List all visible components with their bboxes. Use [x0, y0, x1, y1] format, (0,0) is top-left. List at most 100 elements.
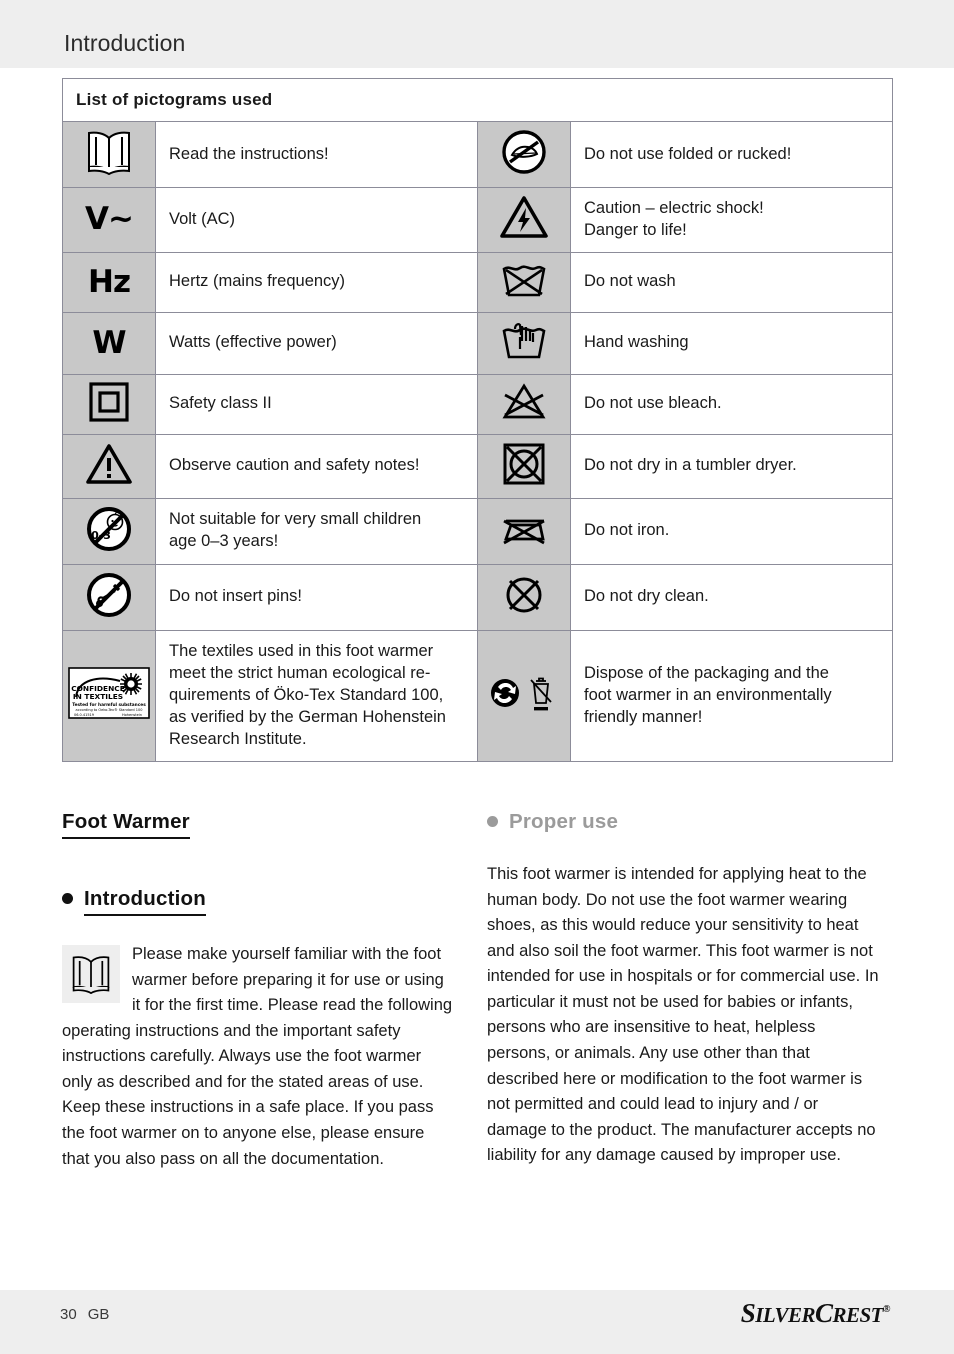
- do-not-wash-icon: [477, 251, 571, 313]
- cell-line: quirements of Öko-Tex Standard 100,: [169, 685, 444, 704]
- cell-line: meet the strict human ecological re-: [169, 663, 431, 682]
- open-book-glyph: [84, 129, 134, 176]
- language-code: GB: [87, 1306, 110, 1323]
- table-cell-text: Dispose of the packaging and the foot wa…: [569, 629, 894, 762]
- no-dry-clean-glyph: [502, 573, 546, 617]
- left-column: Foot Warmer Introduction Please make you…: [62, 810, 454, 1172]
- table-cell-text: Do not use bleach.: [569, 373, 894, 435]
- table-cell-text: Hertz (mains frequency): [155, 251, 478, 313]
- no-small-children-icon: 0-3: [62, 497, 156, 565]
- svg-text:according to Oeko-Tex® Standar: according to Oeko-Tex® Standard 100: [76, 708, 143, 712]
- table-cell-text: Do not use folded or rucked!: [569, 121, 894, 188]
- table-cell-text: Do not wash: [569, 251, 894, 313]
- page-title: Introduction: [64, 30, 186, 56]
- page-number: 30: [60, 1306, 77, 1323]
- no-folded-rucked-icon: [477, 121, 571, 188]
- recycling-disposal-icon: [477, 629, 571, 762]
- svg-text:06.0.41519: 06.0.41519: [74, 713, 94, 717]
- table-cell-text: Not suitable for very small children age…: [155, 497, 478, 565]
- table-row: V~ Volt (AC) Caution – electric shock! D…: [62, 187, 894, 253]
- cell-line: Dispose of the packaging and the: [584, 663, 829, 682]
- warning-triangle-glyph: [84, 442, 134, 486]
- no-small-children-glyph: 0-3: [85, 505, 133, 553]
- hand-washing-icon: [477, 311, 571, 375]
- no-folded-rucked-glyph: [500, 128, 548, 176]
- brand-rest: REST: [832, 1303, 884, 1327]
- open-book-icon: [62, 121, 156, 188]
- table-row: Observe caution and safety notes! Do not…: [62, 433, 894, 499]
- cell-line: Observe caution and safety notes!: [169, 456, 420, 475]
- warning-triangle-icon: [62, 433, 156, 499]
- hand-washing-glyph: [498, 319, 550, 363]
- proper-use-heading-wrap: Proper use: [487, 810, 879, 834]
- oeko-tex-confidence-in-textiles-icon: CONFIDENCE IN TEXTILES Tested for harmfu…: [62, 629, 156, 762]
- table-row: 0-3 Not suitable for very small children…: [62, 497, 894, 565]
- table-cell-text: Do not iron.: [569, 497, 894, 565]
- silvercrest-logo: SILVERCREST®: [740, 1298, 891, 1329]
- brand-c: C: [814, 1298, 833, 1328]
- section-bullet-icon: [487, 816, 498, 828]
- safety-class-2-icon: [62, 373, 156, 435]
- footer-page-info: 30 GB: [60, 1306, 120, 1323]
- introduction-heading-wrap: Introduction: [62, 887, 454, 916]
- right-column: Proper use This foot warmer is intended …: [487, 810, 879, 1169]
- cell-line: Do not dry clean.: [584, 587, 709, 606]
- table-row: Do not insert pins! Do not dry clean.: [62, 563, 894, 631]
- table-cell-text: Volt (AC): [155, 187, 478, 253]
- introduction-heading: Introduction: [84, 887, 206, 916]
- cell-line: Safety class II: [169, 394, 272, 413]
- cell-line: foot warmer in an environmentally: [584, 685, 832, 704]
- hertz-symbol: Hz: [62, 251, 156, 313]
- no-tumble-dry-glyph: [501, 441, 547, 487]
- brand-s: S: [740, 1298, 756, 1328]
- cell-line: Read the instructions!: [169, 144, 329, 163]
- no-tumble-dry-icon: [477, 433, 571, 499]
- no-pins-icon: [62, 563, 156, 631]
- no-dry-clean-icon: [477, 563, 571, 631]
- no-pins-glyph: [85, 571, 133, 619]
- do-not-bleach-glyph: [499, 381, 549, 423]
- section-bullet-icon: [62, 893, 73, 905]
- table-cell-text: Safety class II: [155, 373, 478, 435]
- cell-line: Hertz (mains frequency): [169, 272, 346, 291]
- volt-ac-symbol: V~: [62, 187, 156, 253]
- svg-text:IN TEXTILES: IN TEXTILES: [73, 692, 123, 701]
- table-cell-text: Hand washing: [569, 311, 894, 375]
- table-cell-text: Read the instructions!: [155, 121, 478, 188]
- cell-line: Do not dry in a tumbler dryer.: [584, 456, 797, 475]
- do-not-bleach-icon: [477, 373, 571, 435]
- svg-text:Hohenstein: Hohenstein: [122, 713, 142, 717]
- introduction-paragraph: Please make yourself familiar with the f…: [62, 945, 453, 1168]
- brand-ilver: ILVER: [755, 1303, 815, 1327]
- table-row: Hz Hertz (mains frequency) Do not wash: [62, 251, 894, 313]
- table-row: Safety class II Do not use bleach.: [62, 373, 894, 435]
- table-cell-text: Do not dry clean.: [569, 563, 894, 631]
- do-not-iron-icon: [477, 497, 571, 565]
- introduction-body: Please make yourself familiar with the f…: [62, 942, 454, 1172]
- table-cell-text: Watts (effective power): [155, 311, 478, 375]
- cell-line: Hand washing: [584, 333, 689, 352]
- registered-mark: ®: [883, 1304, 890, 1315]
- electric-shock-glyph: [499, 194, 549, 240]
- table-cell-text: Caution – electric shock! Danger to life…: [569, 187, 894, 253]
- cell-line: Not suitable for very small children: [169, 510, 422, 529]
- open-book-icon: [62, 945, 120, 1003]
- cell-line: friendly manner!: [584, 707, 703, 726]
- table-header-row: List of pictograms used: [61, 78, 894, 122]
- table-cell-text: Do not insert pins!: [155, 563, 478, 631]
- do-not-wash-glyph: [498, 259, 550, 301]
- product-heading-wrap: Foot Warmer: [62, 810, 454, 839]
- cell-line: Do not wash: [584, 272, 676, 291]
- table-row: CONFIDENCE IN TEXTILES Tested for harmfu…: [62, 629, 894, 762]
- double-square-glyph: [88, 381, 130, 423]
- table-caption: List of pictograms used: [61, 78, 894, 122]
- volt-ac-glyph: V~: [85, 201, 134, 238]
- proper-use-paragraph: This foot warmer is intended for applyin…: [487, 865, 879, 1165]
- electric-shock-warning-icon: [477, 187, 571, 253]
- cell-line: as verified by the German Hohenstein: [169, 707, 446, 726]
- table-cell-text: The textiles used in this foot warmer me…: [155, 629, 478, 762]
- table-cell-text: Observe caution and safety notes!: [155, 433, 478, 499]
- table-cell-text: Do not dry in a tumbler dryer.: [569, 433, 894, 499]
- cell-line: The textiles used in this foot warmer: [169, 641, 434, 660]
- cell-line: Do not iron.: [584, 521, 670, 540]
